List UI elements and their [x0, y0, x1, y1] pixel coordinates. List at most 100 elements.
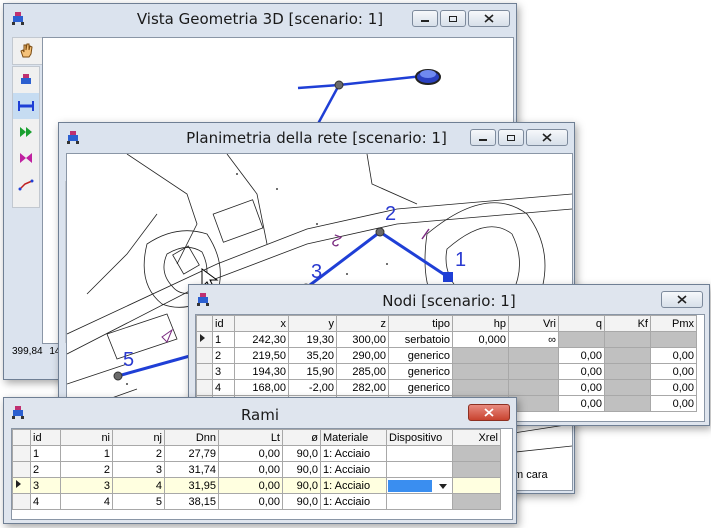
minimize-button[interactable] [412, 10, 438, 27]
cell-phi[interactable]: 90,0 [282, 461, 321, 478]
row-selector[interactable] [12, 493, 31, 510]
close-button[interactable] [661, 291, 703, 308]
pipe-icon[interactable] [13, 93, 39, 119]
cell-id[interactable]: 4 [30, 493, 61, 510]
col-kf[interactable]: Kf [604, 315, 651, 332]
cell-tipo[interactable]: serbatoio [388, 331, 453, 348]
col-x[interactable]: x [234, 315, 289, 332]
table-row[interactable]: 1 242,30 19,30 300,00 serbatoio 0,000 ∞ [196, 331, 697, 348]
table-row[interactable]: 4 168,00 -2,00 282,00 generico 0,00 0,00 [196, 379, 697, 396]
table-row[interactable]: 3 194,30 15,90 285,00 generico 0,00 0,00 [196, 363, 697, 380]
cell-lt[interactable]: 0,00 [218, 461, 283, 478]
cell-x[interactable]: 194,30 [234, 363, 289, 380]
close-button[interactable] [468, 10, 510, 27]
table-row-selected[interactable]: 3 3 4 31,95 0,00 90,0 1: Acciaio [12, 477, 501, 494]
table-row[interactable]: 4 4 5 38,15 0,00 90,0 1: Acciaio [12, 493, 501, 510]
col-ni[interactable]: ni [60, 429, 113, 446]
cell-materiale[interactable]: 1: Acciaio [320, 461, 387, 478]
col-id[interactable]: id [30, 429, 61, 446]
cell-ni[interactable]: 3 [60, 477, 113, 494]
cell-x[interactable]: 219,50 [234, 347, 289, 364]
cell-id[interactable]: 3 [30, 477, 61, 494]
col-id[interactable]: id [212, 315, 235, 332]
table-row[interactable]: 1 1 2 27,79 0,00 90,0 1: Acciaio [12, 445, 501, 462]
cell-lt[interactable]: 0,00 [218, 477, 283, 494]
cell-x[interactable]: 168,00 [234, 379, 289, 396]
col-vri[interactable]: Vri [508, 315, 559, 332]
cell-tipo[interactable]: generico [388, 347, 453, 364]
cell-id[interactable]: 2 [30, 461, 61, 478]
nodi-titlebar[interactable]: Nodi [scenario: 1] [189, 285, 709, 315]
col-dispositivo[interactable]: Dispositivo [386, 429, 453, 446]
cell-pmx[interactable]: 0,00 [650, 395, 697, 412]
cell-q[interactable]: 0,00 [558, 395, 605, 412]
polyline-icon[interactable] [13, 171, 39, 197]
row-selector[interactable] [12, 461, 31, 478]
cell-dispositivo[interactable] [386, 461, 453, 478]
col-z[interactable]: z [336, 315, 389, 332]
col-phi[interactable]: ø [282, 429, 321, 446]
minimize-button[interactable] [470, 129, 496, 146]
cell-phi[interactable]: 90,0 [282, 445, 321, 462]
cell-q[interactable]: 0,00 [558, 347, 605, 364]
close-button[interactable] [526, 129, 568, 146]
cell-materiale[interactable]: 1: Acciaio [320, 493, 387, 510]
cell-x[interactable]: 242,30 [234, 331, 289, 348]
cell-z[interactable]: 300,00 [336, 331, 389, 348]
cell-dnn[interactable]: 31,74 [164, 461, 219, 478]
cell-nj[interactable]: 5 [112, 493, 165, 510]
col-q[interactable]: q [558, 315, 605, 332]
col-tipo[interactable]: tipo [388, 315, 453, 332]
cell-y[interactable]: 35,20 [288, 347, 337, 364]
cell-xrel[interactable] [452, 477, 501, 494]
cell-nj[interactable]: 2 [112, 445, 165, 462]
cell-y[interactable]: 19,30 [288, 331, 337, 348]
col-materiale[interactable]: Materiale [320, 429, 387, 446]
col-dnn[interactable]: Dnn [164, 429, 219, 446]
maximize-button[interactable] [498, 129, 524, 146]
cell-phi[interactable]: 90,0 [282, 477, 321, 494]
col-lt[interactable]: Lt [218, 429, 283, 446]
col-nj[interactable]: nj [112, 429, 165, 446]
table-row[interactable]: 2 2 3 31,74 0,00 90,0 1: Acciaio [12, 461, 501, 478]
cell-hp[interactable]: 0,000 [452, 331, 509, 348]
cell-z[interactable]: 285,00 [336, 363, 389, 380]
chevron-down-icon[interactable] [436, 481, 450, 491]
cell-q[interactable]: 0,00 [558, 363, 605, 380]
cell-lt[interactable]: 0,00 [218, 493, 283, 510]
row-selector[interactable] [12, 445, 31, 462]
cell-ni[interactable]: 1 [60, 445, 113, 462]
vista3d-titlebar[interactable]: Vista Geometria 3D [scenario: 1] [4, 4, 516, 34]
maximize-button[interactable] [440, 10, 466, 27]
pump-icon[interactable] [13, 119, 39, 145]
dropdown-selection[interactable] [388, 479, 432, 492]
planimetria-titlebar[interactable]: Planimetria della rete [scenario: 1] [59, 123, 574, 153]
cell-vri[interactable]: ∞ [508, 331, 559, 348]
row-selector[interactable] [196, 347, 213, 364]
cell-dispositivo[interactable] [386, 445, 453, 462]
cell-tipo[interactable]: generico [388, 363, 453, 380]
col-y[interactable]: y [288, 315, 337, 332]
cell-z[interactable]: 290,00 [336, 347, 389, 364]
row-selector-icon[interactable] [12, 477, 31, 494]
cell-id[interactable]: 4 [212, 379, 235, 396]
cell-y[interactable]: 15,90 [288, 363, 337, 380]
cell-lt[interactable]: 0,00 [218, 445, 283, 462]
cell-tipo[interactable]: generico [388, 379, 453, 396]
cell-ni[interactable]: 2 [60, 461, 113, 478]
rami-titlebar[interactable]: Rami [4, 398, 516, 428]
cell-dnn[interactable]: 38,15 [164, 493, 219, 510]
table-row[interactable]: 2 219,50 35,20 290,00 generico 0,00 0,00 [196, 347, 697, 364]
valve-icon[interactable] [13, 145, 39, 171]
cell-pmx[interactable]: 0,00 [650, 379, 697, 396]
cell-phi[interactable]: 90,0 [282, 493, 321, 510]
cell-dispositivo[interactable] [386, 493, 453, 510]
cell-dnn[interactable]: 31,95 [164, 477, 219, 494]
cell-dnn[interactable]: 27,79 [164, 445, 219, 462]
cell-id[interactable]: 3 [212, 363, 235, 380]
cell-nj[interactable]: 4 [112, 477, 165, 494]
cell-materiale[interactable]: 1: Acciaio [320, 445, 387, 462]
cell-pmx[interactable]: 0,00 [650, 347, 697, 364]
cell-id[interactable]: 1 [30, 445, 61, 462]
cell-y[interactable]: -2,00 [288, 379, 337, 396]
